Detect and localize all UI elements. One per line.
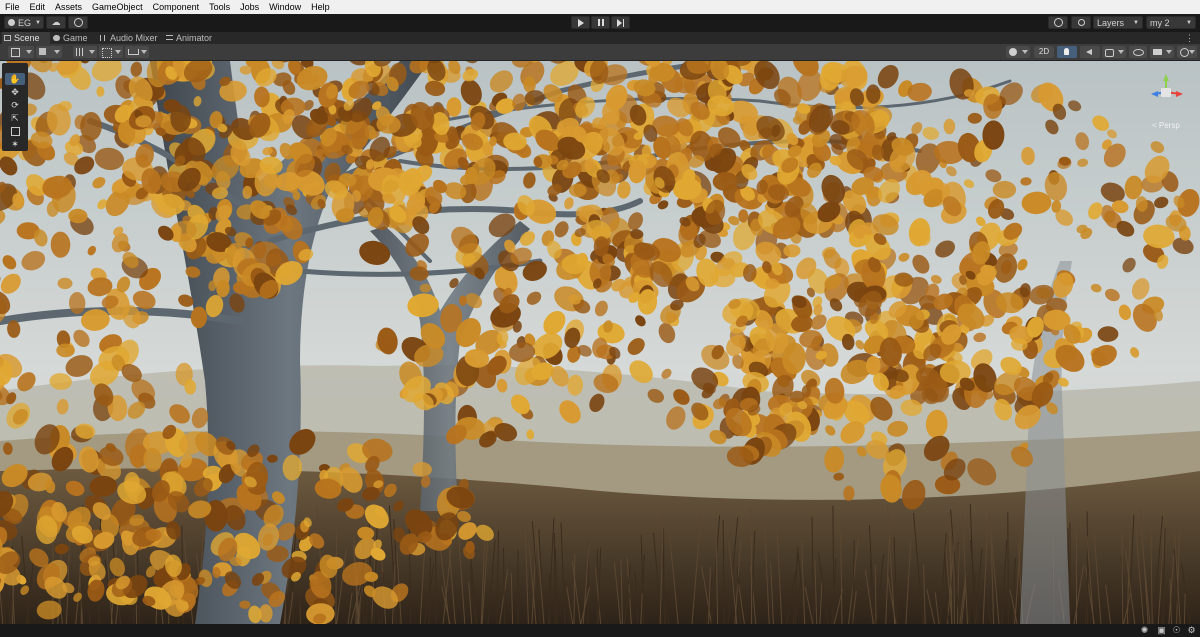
- search-button[interactable]: [1071, 16, 1091, 29]
- history-icon: [1053, 18, 1063, 27]
- target-icon: [73, 18, 83, 27]
- rect-tool-icon[interactable]: [5, 125, 25, 137]
- tab-label: Game: [63, 33, 88, 43]
- lighting-toggle[interactable]: [1057, 46, 1077, 58]
- cube-icon: [39, 48, 46, 55]
- scale-tool-icon[interactable]: ⇱: [5, 112, 25, 124]
- tab-label: Audio Mixer: [110, 33, 158, 43]
- cloud-button[interactable]: ☁: [46, 16, 66, 29]
- menu-help[interactable]: Help: [306, 0, 335, 14]
- scene-viewport[interactable]: [0, 61, 1200, 624]
- snap-toggle[interactable]: [99, 46, 123, 58]
- chevron-down-icon: ▼: [1133, 19, 1139, 26]
- menu-edit[interactable]: Edit: [25, 0, 51, 14]
- cloud-icon: ☁: [51, 17, 61, 27]
- grid-icon: [76, 48, 84, 56]
- history-button[interactable]: [1048, 16, 1068, 29]
- light-bulb-icon: [1064, 48, 1069, 55]
- eye-icon: [1133, 49, 1144, 56]
- camera-icon: [1153, 49, 1162, 55]
- toggle-2d-button[interactable]: 2D: [1034, 46, 1054, 58]
- scene-render: [0, 61, 1200, 624]
- step-button[interactable]: [611, 16, 630, 29]
- layers-label: Layers: [1097, 17, 1125, 28]
- animator-icon: [166, 35, 173, 40]
- settings-icon[interactable]: ⚙: [1187, 626, 1196, 635]
- grid-toggle[interactable]: [73, 46, 97, 58]
- ruler-icon: [128, 49, 139, 55]
- status-bar: ✺ ▣ ☉ ⚙: [0, 624, 1200, 637]
- effects-dropdown[interactable]: [1102, 46, 1126, 58]
- layout-dropdown[interactable]: my 2 ▼: [1146, 16, 1196, 29]
- gizmos-dropdown[interactable]: [1177, 46, 1197, 58]
- speaker-icon: [1086, 49, 1092, 55]
- layers-dropdown[interactable]: Layers ▼: [1093, 16, 1143, 29]
- menu-tools[interactable]: Tools: [204, 0, 235, 14]
- tab-audio-mixer[interactable]: Audio Mixer: [98, 32, 160, 44]
- transform-tool-icon[interactable]: ✶: [5, 138, 25, 150]
- orientation-gizmo[interactable]: [1146, 72, 1186, 112]
- render-mode-dropdown[interactable]: [36, 46, 62, 58]
- more-options-icon[interactable]: ⋮: [1185, 33, 1194, 44]
- chevron-down-icon: ▼: [35, 19, 41, 26]
- increment-snap-dropdown[interactable]: [125, 46, 149, 58]
- menu-assets[interactable]: Assets: [50, 0, 87, 14]
- search-icon: [1077, 19, 1085, 26]
- menu-bar: File Edit Assets GameObject Component To…: [0, 0, 1200, 14]
- shading-dropdown[interactable]: [1006, 46, 1030, 58]
- shading-mode-icon: [11, 48, 20, 57]
- account-dropdown[interactable]: EG ▼: [4, 16, 44, 29]
- tab-label: Scene: [14, 33, 40, 43]
- menu-component[interactable]: Component: [148, 0, 205, 14]
- scene-icon: [4, 35, 11, 41]
- step-icon: [617, 18, 624, 27]
- collab-button[interactable]: [68, 16, 88, 29]
- move-tool-icon[interactable]: ✥: [5, 86, 25, 98]
- tab-scene[interactable]: Scene: [2, 32, 50, 44]
- snap-icon: [102, 48, 112, 58]
- window-tab-bar: Scene Game Audio Mixer Animator ⋮: [0, 32, 1200, 44]
- menu-window[interactable]: Window: [264, 0, 306, 14]
- mixer-icon: [100, 35, 105, 41]
- sphere-icon: [1009, 48, 1017, 56]
- scene-visibility-toggle[interactable]: [1129, 46, 1147, 58]
- gamepad-icon: [53, 35, 60, 41]
- tab-animator[interactable]: Animator: [164, 32, 216, 44]
- audio-toggle[interactable]: [1080, 46, 1100, 58]
- layout-label: my 2: [1150, 17, 1170, 28]
- bug-icon[interactable]: ✺: [1140, 626, 1149, 635]
- transform-tools-panel: ✋ ✥ ⟳ ⇱ ✶: [2, 63, 28, 151]
- pause-icon: [597, 19, 604, 26]
- effects-icon: [1105, 49, 1114, 57]
- draw-mode-dropdown[interactable]: [8, 46, 34, 58]
- menu-jobs[interactable]: Jobs: [235, 0, 264, 14]
- scene-view-toolbar: 2D: [0, 44, 1200, 61]
- chevron-down-icon: ▼: [1186, 19, 1192, 26]
- pin-icon[interactable]: ☉: [1172, 626, 1181, 635]
- play-icon: [577, 18, 584, 27]
- projection-label[interactable]: < Persp: [1152, 121, 1180, 130]
- tab-label: Animator: [176, 33, 213, 43]
- rotate-tool-icon[interactable]: ⟳: [5, 99, 25, 111]
- menu-file[interactable]: File: [0, 0, 25, 14]
- main-toolbar: EG ▼ ☁ Layers ▼ my 2 ▼: [0, 14, 1200, 32]
- package-icon[interactable]: ▣: [1157, 626, 1166, 635]
- menu-gameobject[interactable]: GameObject: [87, 0, 148, 14]
- hand-tool-icon[interactable]: ✋: [5, 73, 25, 85]
- camera-settings-dropdown[interactable]: [1150, 46, 1174, 58]
- play-button[interactable]: [571, 16, 590, 29]
- tab-game[interactable]: Game: [51, 32, 96, 44]
- account-label: EG: [18, 17, 32, 28]
- account-icon: [8, 19, 15, 26]
- globe-icon: [1180, 48, 1189, 57]
- pause-button[interactable]: [591, 16, 610, 29]
